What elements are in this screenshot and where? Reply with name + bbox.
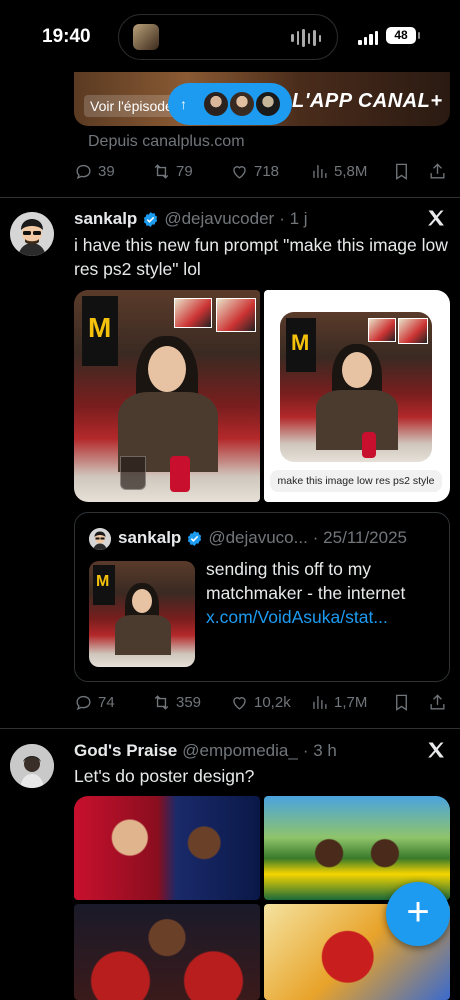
views-button[interactable]: 5,8M (310, 162, 367, 181)
battery-indicator: 48 (386, 27, 420, 44)
dynamic-island[interactable] (118, 14, 338, 60)
wall-poster (216, 298, 256, 332)
repost-icon (154, 694, 169, 710)
heart-icon (233, 696, 246, 710)
post-actions: 39 79 718 5,8M (74, 160, 450, 182)
reply-button[interactable]: 39 (74, 162, 115, 181)
post-sankalp[interactable]: sankalp @dejavucoder · 1 j i have this n… (0, 199, 460, 729)
quote-avatar (89, 528, 111, 550)
new-post-avatar (228, 90, 256, 118)
cartoon-avatar-icon (10, 212, 54, 256)
status-time: 19:40 (42, 26, 91, 47)
author-name[interactable]: sankalp (74, 209, 137, 229)
post-image-left[interactable]: M (74, 290, 260, 502)
poster-image[interactable] (74, 796, 260, 900)
views-button[interactable]: 1,7M (310, 693, 367, 712)
mcdonalds-sign: M (93, 565, 115, 605)
avatar[interactable] (10, 212, 54, 256)
views-icon (313, 164, 327, 178)
views-icon (313, 695, 327, 709)
quote-link[interactable]: x.com/VoidAsuka/stat... (206, 607, 388, 627)
audio-waveform-icon (291, 29, 321, 47)
now-playing-app-icon (133, 24, 159, 50)
quoted-post[interactable]: sankalp @dejavuco... · 25/11/2025 M send… (74, 512, 450, 682)
poster-image[interactable] (74, 904, 260, 1000)
bookmark-icon (396, 694, 407, 711)
woman-sweater (316, 390, 398, 450)
generated-image: M (280, 312, 432, 462)
bookmark-button[interactable] (392, 693, 411, 712)
wall-poster (398, 318, 428, 344)
mcdonalds-sign: M (82, 296, 118, 366)
quote-date: · 25/11/2025 (312, 528, 408, 547)
post-image-right[interactable]: M make this image low res ps2 style (264, 290, 450, 502)
verified-badge-icon (144, 211, 158, 227)
repost-icon (154, 163, 169, 179)
like-button[interactable]: 718 (230, 162, 279, 181)
quote-body: sending this off to my matchmaker - the … (206, 559, 406, 603)
quote-image[interactable]: M (89, 561, 195, 667)
arrow-up-icon: ↑ (180, 96, 187, 112)
post-header: God's Praise @empomedia_ · 3 h (74, 740, 337, 762)
author-handle[interactable]: @empomedia_ (182, 741, 298, 761)
person-avatar-icon (10, 744, 54, 788)
share-button[interactable] (428, 693, 447, 712)
bookmark-button[interactable] (392, 162, 411, 181)
wall-poster (174, 298, 212, 328)
post-header: sankalp @dejavucoder · 1 j (74, 208, 308, 230)
repost-button[interactable]: 79 (152, 162, 193, 181)
ad-cta-label[interactable]: Voir l'épisode (84, 95, 179, 117)
repost-button[interactable]: 359 (152, 693, 201, 712)
x-logo-icon (428, 210, 444, 226)
bookmark-icon (396, 163, 407, 180)
prompt-caption: make this image low res ps2 style (270, 470, 442, 492)
new-posts-pill[interactable]: ↑ (168, 83, 292, 125)
reply-icon (76, 695, 91, 710)
post-text: i have this new fun prompt "make this im… (74, 235, 448, 279)
quote-author-handle: @dejavuco... (208, 528, 308, 547)
post-time: · 3 h (302, 741, 337, 760)
author-name[interactable]: God's Praise (74, 741, 177, 761)
avatar[interactable] (10, 744, 54, 788)
post-actions: 74 359 10,2k 1,7M (74, 691, 450, 713)
post-text: Let's do poster design? (74, 766, 255, 786)
quote-header: sankalp @dejavuco... · 25/11/2025 (118, 528, 407, 548)
drink-cup (120, 456, 146, 490)
woman-face (132, 589, 152, 613)
verified-badge-icon (188, 530, 202, 546)
share-icon (430, 162, 445, 179)
woman-face (342, 352, 372, 388)
author-handle[interactable]: @dejavucoder (164, 209, 274, 229)
heart-icon (233, 165, 246, 179)
ad-brand-logo: L'APP CANAL+ (292, 90, 443, 112)
new-post-avatar (254, 90, 282, 118)
ad-source-link[interactable]: Depuis canalplus.com (88, 133, 245, 151)
reply-icon (76, 164, 91, 179)
mcdonalds-sign: M (286, 318, 316, 372)
reply-button[interactable]: 74 (74, 693, 115, 712)
cartoon-avatar-icon (89, 528, 111, 550)
compose-button[interactable]: + (386, 882, 450, 946)
post-time: · 1 j (279, 209, 308, 228)
woman-face (148, 346, 186, 392)
share-icon (430, 693, 445, 710)
soda-can (362, 432, 376, 458)
status-bar: 19:40 48 (0, 0, 460, 72)
soda-can (170, 456, 190, 492)
quote-text: sending this off to my matchmaker - the … (206, 557, 436, 629)
wall-poster (368, 318, 396, 342)
new-post-avatar (202, 90, 230, 118)
quote-author-name: sankalp (118, 528, 182, 547)
woman-sweater (115, 615, 171, 655)
x-logo-icon (428, 742, 444, 758)
share-button[interactable] (428, 162, 447, 181)
like-button[interactable]: 10,2k (230, 693, 291, 712)
cellular-signal-icon (358, 31, 378, 45)
